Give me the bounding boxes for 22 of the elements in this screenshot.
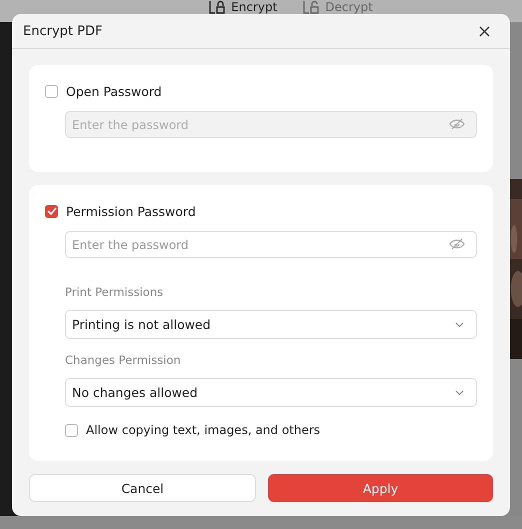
cancel-button[interactable]: Cancel — [29, 474, 256, 502]
checkbox-label: Allow copying text, images, and others — [86, 423, 320, 437]
hidden-eye-icon[interactable] — [449, 118, 465, 130]
changes-permission-dropdown[interactable]: No changes allowed — [65, 378, 477, 407]
unlock-icon — [303, 0, 320, 14]
print-permission-dropdown[interactable]: Printing is not allowed — [65, 310, 477, 339]
field-label: Changes Permission — [65, 353, 182, 367]
dialog-title: Encrypt PDF — [23, 24, 102, 38]
checkbox[interactable] — [45, 204, 58, 218]
checkbox[interactable] — [45, 84, 58, 98]
tab[interactable]: Encrypt — [209, 0, 278, 14]
checkbox[interactable] — [65, 424, 78, 436]
checkbox-label: Open Password — [66, 84, 162, 98]
close-icon[interactable] — [479, 26, 490, 36]
chevron-down-icon — [455, 322, 464, 328]
chevron-down-icon — [455, 390, 464, 396]
hidden-eye-icon[interactable] — [449, 238, 465, 250]
checkbox-label: Permission Password — [66, 204, 196, 218]
field-label: Print Permissions — [65, 285, 164, 299]
apply-button[interactable]: Apply — [268, 474, 493, 502]
password-field[interactable]: Enter the password — [65, 231, 477, 258]
lock-icon — [209, 0, 226, 14]
